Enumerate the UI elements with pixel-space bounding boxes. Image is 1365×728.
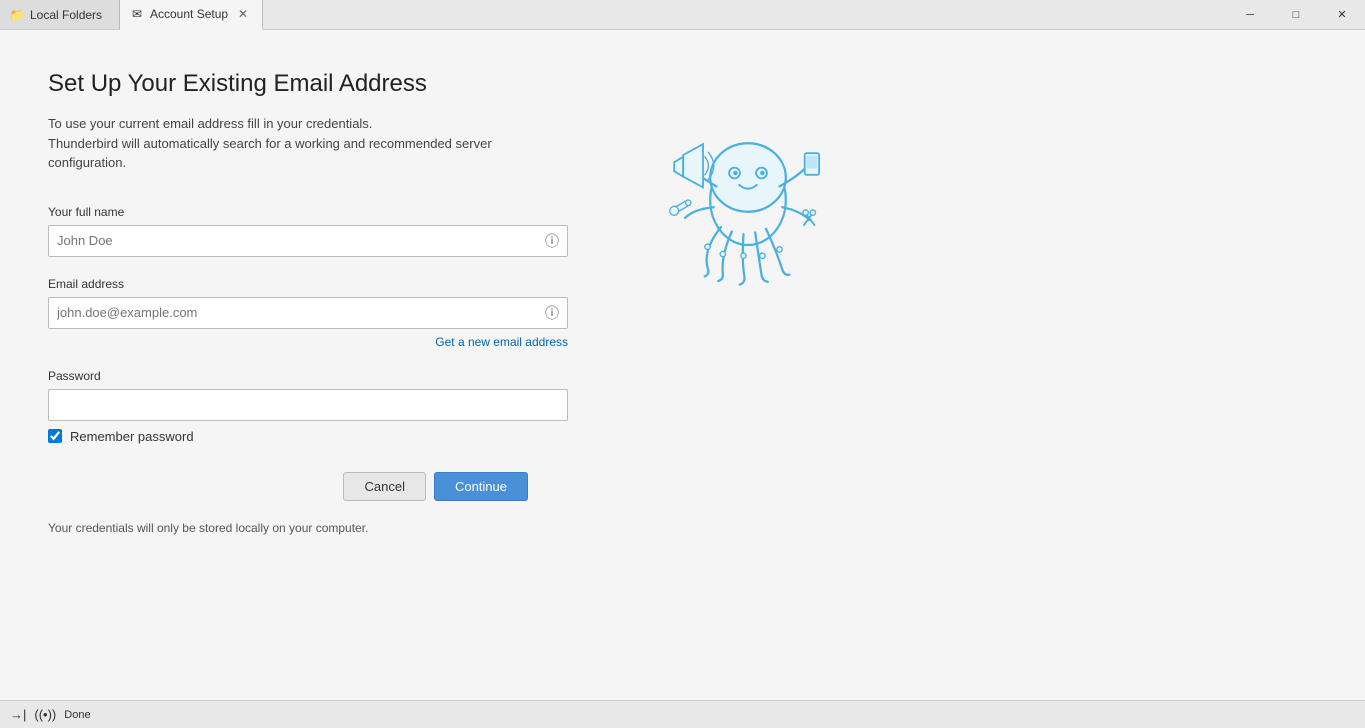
status-text: Done: [64, 709, 90, 721]
fullname-input[interactable]: [48, 225, 568, 257]
fullname-label: Your full name: [48, 205, 568, 219]
email-info-icon[interactable]: ⓘ: [544, 305, 560, 321]
password-field-group: Password Remember password: [48, 369, 568, 444]
folder-icon: 📁: [10, 8, 24, 22]
tab-bar: 📁 Local Folders ✉ Account Setup ✕: [0, 0, 1227, 29]
page-body: Set Up Your Existing Email Address To us…: [0, 30, 1365, 700]
tab-local-folders-label: Local Folders: [30, 8, 102, 22]
email-label: Email address: [48, 277, 568, 291]
password-input[interactable]: [48, 389, 568, 421]
email-field-group: Email address ⓘ Get a new email address: [48, 277, 568, 349]
description-line2: Thunderbird will automatically search fo…: [48, 136, 492, 171]
footer-note: Your credentials will only be stored loc…: [48, 521, 568, 535]
tab-account-setup-label: Account Setup: [150, 7, 228, 21]
page-title: Set Up Your Existing Email Address: [48, 70, 568, 98]
page-description: To use your current email address fill i…: [48, 114, 568, 173]
tab-close-button[interactable]: ✕: [234, 5, 252, 23]
maximize-button[interactable]: □: [1273, 0, 1319, 30]
password-label: Password: [48, 369, 568, 383]
continue-button[interactable]: Continue: [434, 472, 528, 501]
cancel-button[interactable]: Cancel: [343, 472, 425, 501]
tab-account-setup[interactable]: ✉ Account Setup ✕: [120, 0, 263, 30]
fullname-input-wrapper: ⓘ: [48, 225, 568, 257]
email-tab-icon: ✉: [130, 7, 144, 21]
email-input[interactable]: [48, 297, 568, 329]
window-controls: ─ □ ✕: [1227, 0, 1365, 29]
remember-password-label: Remember password: [70, 429, 194, 444]
new-tab-button[interactable]: [263, 0, 293, 29]
tab-local-folders[interactable]: 📁 Local Folders: [0, 0, 120, 29]
password-input-wrapper: [48, 389, 568, 421]
close-button[interactable]: ✕: [1319, 0, 1365, 30]
fullname-info-icon[interactable]: ⓘ: [544, 233, 560, 249]
button-row: Cancel Continue: [48, 472, 528, 501]
status-icon-arrow: →|: [10, 707, 26, 722]
description-line1: To use your current email address fill i…: [48, 116, 372, 131]
get-new-email-link[interactable]: Get a new email address: [48, 335, 568, 349]
main-content: Set Up Your Existing Email Address To us…: [0, 30, 1365, 700]
octopus-illustration: [648, 110, 848, 290]
email-input-wrapper: ⓘ: [48, 297, 568, 329]
titlebar: 📁 Local Folders ✉ Account Setup ✕ ─ □ ✕: [0, 0, 1365, 30]
remember-password-row: Remember password: [48, 429, 568, 444]
form-section: Set Up Your Existing Email Address To us…: [48, 70, 568, 660]
minimize-button[interactable]: ─: [1227, 0, 1273, 30]
fullname-field-group: Your full name ⓘ: [48, 205, 568, 257]
remember-password-checkbox[interactable]: [48, 429, 62, 443]
statusbar: →| ((•)) Done: [0, 700, 1365, 728]
illustration-section: [608, 70, 888, 660]
status-icon-signal: ((•)): [34, 707, 56, 722]
